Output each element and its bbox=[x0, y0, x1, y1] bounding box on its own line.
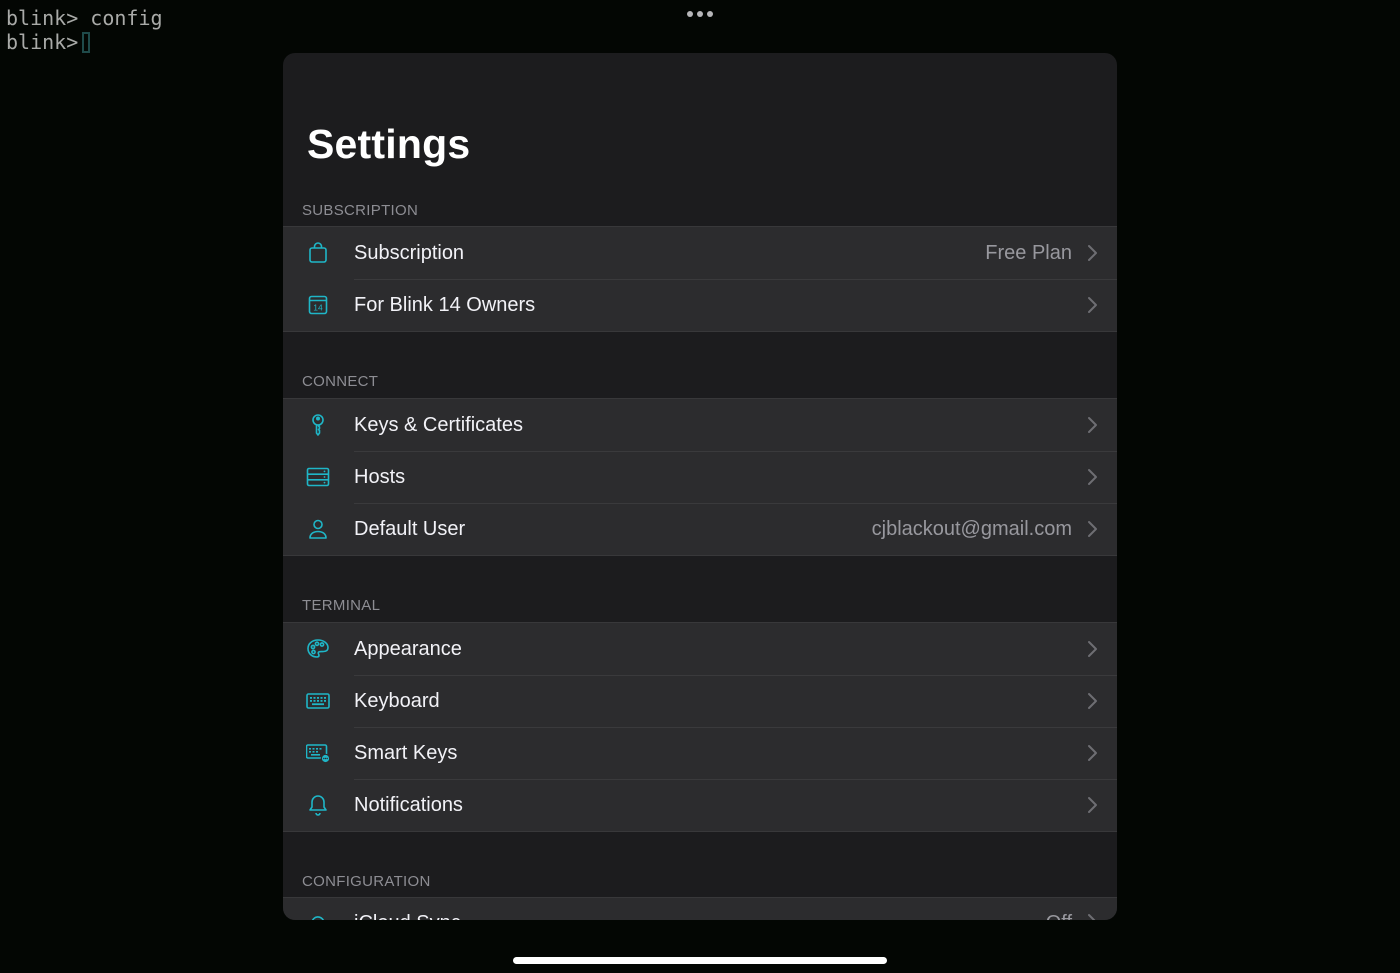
chevron-right-icon bbox=[1086, 467, 1098, 487]
row-default-user[interactable]: Default User cjblackout@gmail.com bbox=[283, 503, 1117, 555]
keyboard-icon bbox=[306, 689, 330, 713]
row-notifications[interactable]: Notifications bbox=[283, 779, 1117, 831]
dot bbox=[687, 11, 693, 17]
calendar-icon-text: 14 bbox=[313, 303, 323, 313]
section-header-terminal: TERMINAL bbox=[302, 597, 381, 614]
row-icloud-sync[interactable]: iCloud Sync Off bbox=[283, 898, 1117, 920]
row-label: For Blink 14 Owners bbox=[354, 293, 536, 316]
settings-sheet: Settings SUBSCRIPTION Subscription Free … bbox=[283, 53, 1117, 920]
terminal-line: blink> bbox=[6, 30, 163, 54]
row-smart-keys[interactable]: Smart Keys bbox=[283, 727, 1117, 779]
row-value-plan: Free Plan bbox=[985, 241, 1072, 264]
row-value-sync: Off bbox=[1046, 912, 1072, 920]
row-label: Appearance bbox=[354, 637, 462, 660]
person-icon bbox=[306, 517, 330, 541]
terminal-command: config bbox=[90, 6, 163, 30]
chevron-right-icon bbox=[1086, 743, 1098, 763]
chevron-right-icon bbox=[1086, 691, 1098, 711]
calendar-14-icon: 14 bbox=[306, 293, 330, 317]
row-appearance[interactable]: Appearance bbox=[283, 623, 1117, 675]
palette-icon bbox=[306, 637, 330, 661]
key-icon bbox=[306, 413, 330, 437]
cloud-icon bbox=[306, 912, 330, 920]
home-indicator[interactable] bbox=[513, 957, 887, 964]
terminal-prompt: blink> bbox=[6, 6, 79, 30]
row-label: iCloud Sync bbox=[354, 912, 1046, 920]
row-label: Smart Keys bbox=[354, 741, 458, 764]
dot bbox=[707, 11, 713, 17]
chevron-right-icon bbox=[1086, 912, 1098, 920]
section-header-subscription: SUBSCRIPTION bbox=[302, 202, 419, 219]
terminal-cursor bbox=[82, 32, 91, 53]
bell-icon bbox=[306, 793, 330, 817]
chevron-right-icon bbox=[1086, 639, 1098, 659]
row-label: Default User bbox=[354, 517, 466, 540]
chevron-right-icon bbox=[1086, 415, 1098, 435]
smart-keyboard-icon bbox=[306, 741, 330, 765]
chevron-right-icon bbox=[1086, 243, 1098, 263]
group-configuration: iCloud Sync Off bbox=[283, 897, 1117, 920]
terminal-line: blink> config bbox=[6, 6, 163, 30]
chevron-right-icon bbox=[1086, 519, 1098, 539]
row-keyboard[interactable]: Keyboard bbox=[283, 675, 1117, 727]
row-keys-certificates[interactable]: Keys & Certificates bbox=[283, 399, 1117, 451]
bag-icon bbox=[306, 241, 330, 265]
section-header-configuration: CONFIGURATION bbox=[302, 873, 431, 890]
dot bbox=[697, 11, 703, 17]
row-label: Subscription bbox=[354, 241, 465, 264]
section-header-connect: CONNECT bbox=[302, 373, 379, 390]
row-blink-14-owners[interactable]: 14 For Blink 14 Owners bbox=[283, 279, 1117, 331]
row-label: Notifications bbox=[354, 793, 463, 816]
sheet-grabber-dots[interactable] bbox=[687, 11, 713, 17]
row-hosts[interactable]: Hosts bbox=[283, 451, 1117, 503]
server-icon bbox=[306, 465, 330, 489]
terminal-prompt: blink> bbox=[6, 30, 79, 54]
chevron-right-icon bbox=[1086, 295, 1098, 315]
row-value-email: cjblackout@gmail.com bbox=[871, 517, 1072, 540]
row-subscription[interactable]: Subscription Free Plan bbox=[283, 227, 1117, 279]
row-label: Keyboard bbox=[354, 689, 440, 712]
group-subscription: Subscription Free Plan 14 For Blink 14 O… bbox=[283, 226, 1117, 332]
row-label: Keys & Certificates bbox=[354, 413, 523, 436]
page-title: Settings bbox=[307, 121, 471, 167]
chevron-right-icon bbox=[1086, 795, 1098, 815]
terminal[interactable]: blink> config blink> bbox=[6, 6, 163, 54]
row-label: Hosts bbox=[354, 465, 406, 488]
group-terminal: Appearance Keyboard Smart Keys Notificat… bbox=[283, 622, 1117, 832]
group-connect: Keys & Certificates Hosts Default User c… bbox=[283, 398, 1117, 556]
